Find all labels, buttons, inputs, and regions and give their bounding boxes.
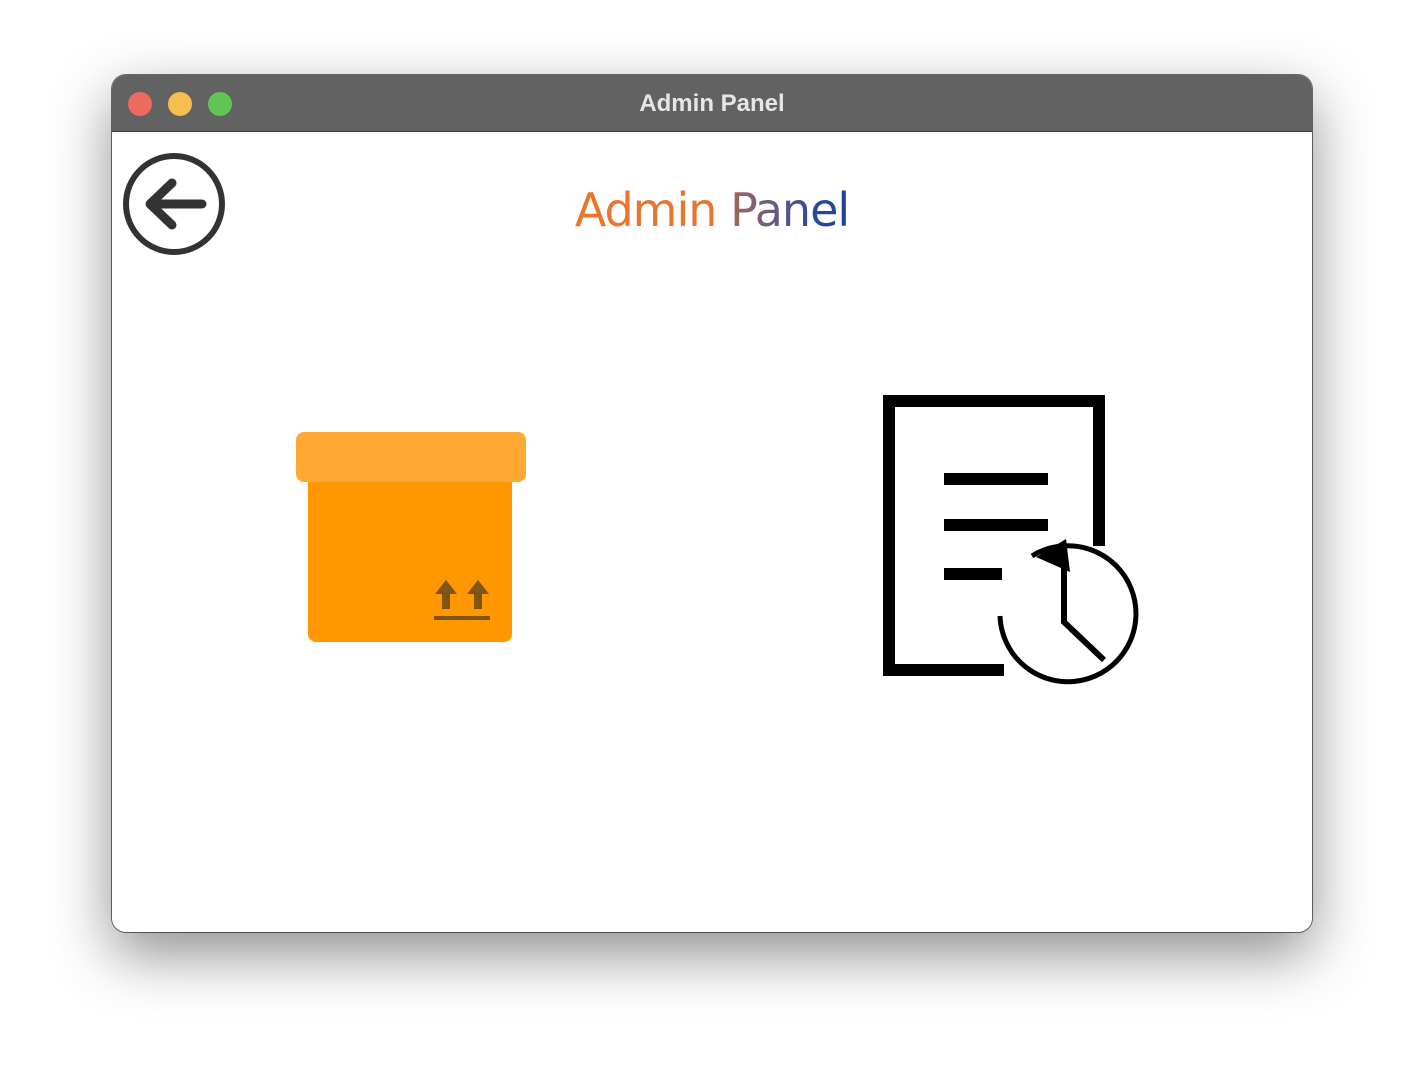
history-tile[interactable] xyxy=(882,394,1144,704)
main-content: Admin Panel xyxy=(112,132,1312,932)
inventory-tile[interactable] xyxy=(294,432,534,662)
package-box-icon xyxy=(296,432,526,642)
app-window: Admin Panel Admin Panel xyxy=(112,75,1312,932)
title-bar[interactable]: Admin Panel xyxy=(112,75,1312,132)
document-history-icon xyxy=(883,395,1140,694)
page-title: Admin Panel xyxy=(112,182,1312,238)
window-title: Admin Panel xyxy=(639,90,785,117)
page-title-word-admin: Admin xyxy=(574,183,718,237)
page-title-word-panel: Panel xyxy=(730,183,850,237)
